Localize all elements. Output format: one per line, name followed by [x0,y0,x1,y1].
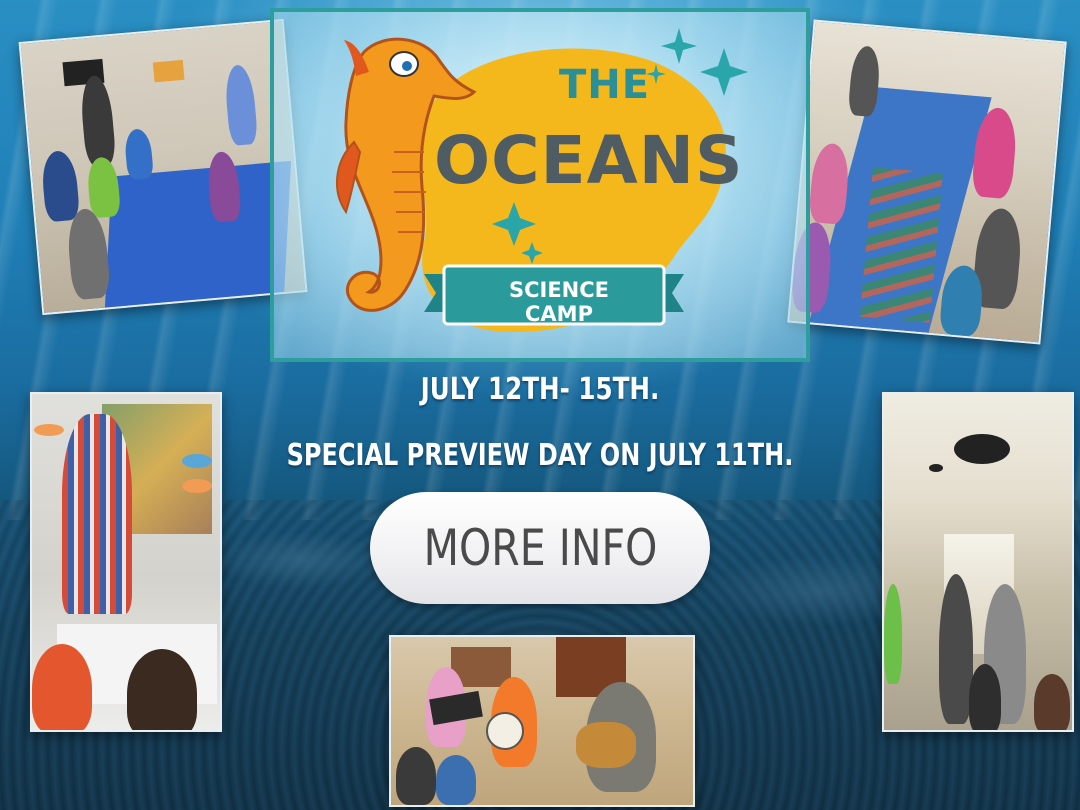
event-dates: JULY 12TH- 15TH. [420,372,660,407]
logo-banner-text: SCIENCE CAMP [508,278,610,326]
preview-day-text: SPECIAL PREVIEW DAY ON JULY 11TH. [286,438,794,473]
sparkle-icon [661,28,697,64]
photo-kids-coloring [18,18,308,316]
sparkle-icon [700,48,748,96]
more-info-button[interactable]: MORE INFO [370,492,710,604]
ocean-background: THE OCEANS SCIENCE CAMP JULY 12TH- 15TH.… [0,0,1080,810]
logo-title-oceans: OCEANS [434,122,744,199]
photo-musicians [389,635,695,807]
camp-logo: THE OCEANS SCIENCE CAMP [270,8,810,362]
logo-title-the: THE [559,62,651,108]
photo-long-table-crafts [787,19,1067,345]
more-info-label: MORE INFO [423,519,657,577]
